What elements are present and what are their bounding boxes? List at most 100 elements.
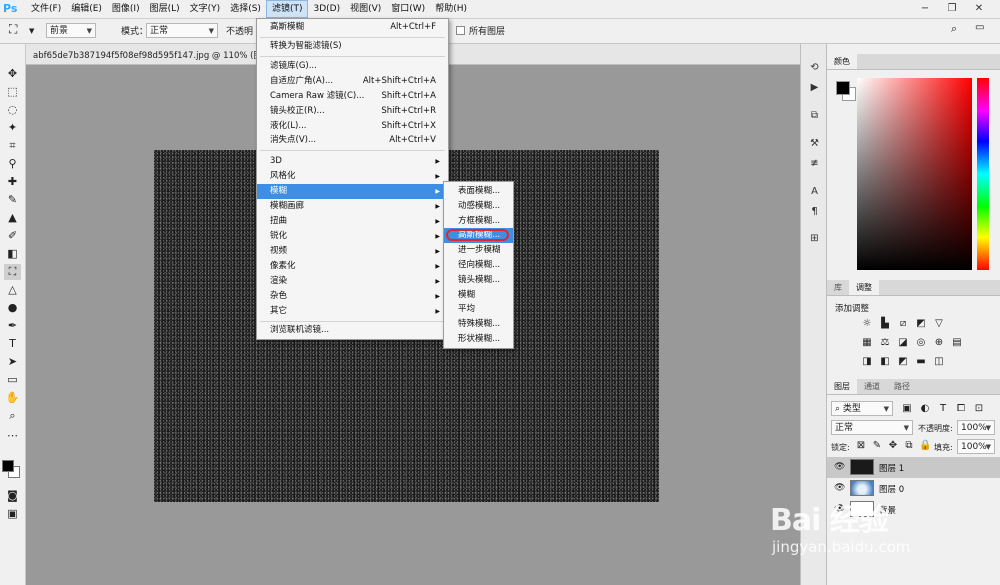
history-brush-tool-icon[interactable]: ✐ [4, 228, 21, 244]
layer-filter-select[interactable]: ⌕ 类型 ▼ [831, 401, 893, 416]
foreground-color-swatch[interactable] [2, 460, 14, 472]
brightness-icon[interactable]: ☼ [861, 318, 873, 330]
color-lookup-icon[interactable]: ▤ [951, 337, 963, 349]
gradient-map-icon[interactable]: ▬ [915, 356, 927, 368]
tool-preset-chevron-icon[interactable]: ▼ [29, 27, 34, 35]
workspace-icon[interactable]: ▭ [975, 22, 984, 33]
paragraph-icon[interactable]: ¶ [807, 205, 822, 219]
blur-item-lens[interactable]: 镜头模糊... [444, 273, 513, 288]
tab-color[interactable]: 颜色 [827, 54, 857, 69]
levels-icon[interactable]: ▙ [879, 318, 891, 330]
exposure-icon[interactable]: ◩ [915, 318, 927, 330]
marquee-tool-icon[interactable]: ⬚ [4, 84, 21, 100]
menu-layer[interactable]: 图层(L) [145, 0, 185, 18]
layer-opacity-field[interactable]: 100% ▼ [957, 420, 995, 435]
hue-saturation-icon[interactable]: ▦ [861, 337, 873, 349]
layer-row[interactable]: 👁 图层 1 [827, 457, 1000, 478]
filter-item-blur[interactable]: 模糊 ▶ [257, 184, 448, 199]
close-button[interactable]: ✕ [969, 0, 989, 18]
invert-icon[interactable]: ◨ [861, 356, 873, 368]
type-tool-icon[interactable]: T [4, 336, 21, 352]
lock-transparency-icon[interactable]: ⊠ [855, 440, 867, 452]
vibrance-icon[interactable]: ▽ [933, 318, 945, 330]
tab-adjustments[interactable]: 调整 [849, 280, 879, 295]
filter-item-liquify[interactable]: 液化(L)... Shift+Ctrl+X [257, 119, 448, 134]
quick-mask-icon[interactable]: ◙ [4, 488, 21, 504]
healing-brush-tool-icon[interactable]: ✚ [4, 174, 21, 190]
filter-smart-icon[interactable]: ⊡ [973, 403, 985, 415]
lock-artboard-icon[interactable]: ⧉ [903, 440, 915, 452]
visibility-eye-icon[interactable]: 👁 [834, 462, 845, 472]
menu-view[interactable]: 视图(V) [345, 0, 386, 18]
screen-mode-icon[interactable]: ▣ [4, 506, 21, 522]
menu-help[interactable]: 帮助(H) [430, 0, 472, 18]
posterize-icon[interactable]: ◧ [879, 356, 891, 368]
filter-pixel-icon[interactable]: ▣ [901, 403, 913, 415]
filter-item-pixelate[interactable]: 像素化 ▶ [257, 259, 448, 274]
blur-item-motion[interactable]: 动感模糊... [444, 199, 513, 214]
blur-tool-icon[interactable]: △ [4, 282, 21, 298]
minimize-button[interactable]: − [915, 0, 935, 18]
menu-select[interactable]: 选择(S) [225, 0, 266, 18]
filter-shape-icon[interactable]: ⧠ [955, 403, 967, 415]
blend-mode-select[interactable]: 正常 ▼ [831, 420, 913, 435]
move-tool-icon[interactable]: ✥ [4, 66, 21, 82]
blur-item-surface[interactable]: 表面模糊... [444, 184, 513, 199]
threshold-icon[interactable]: ◩ [897, 356, 909, 368]
lock-position-icon[interactable]: ✥ [887, 440, 899, 452]
menu-file[interactable]: 文件(F) [26, 0, 66, 18]
crop-tool-icon[interactable]: ⌗ [4, 138, 21, 154]
filter-item-noise[interactable]: 杂色 ▶ [257, 289, 448, 304]
blur-item-smart[interactable]: 特殊模糊... [444, 317, 513, 332]
curves-icon[interactable]: ⧄ [897, 318, 909, 330]
filter-item-adaptive-wide-angle[interactable]: 自适应广角(A)... Alt+Shift+Ctrl+A [257, 74, 448, 89]
filter-adjust-icon[interactable]: ◐ [919, 403, 931, 415]
lock-pixels-icon[interactable]: ✎ [871, 440, 883, 452]
hand-tool-icon[interactable]: ✋ [4, 390, 21, 406]
restore-button[interactable]: ❐ [942, 0, 962, 18]
rectangle-tool-icon[interactable]: ▭ [4, 372, 21, 388]
filter-item-3d[interactable]: 3D ▶ [257, 154, 448, 169]
properties-icon[interactable]: ⧉ [807, 109, 822, 123]
filter-item-lens-correction[interactable]: 镜头校正(R)... Shift+Ctrl+R [257, 104, 448, 119]
history-icon[interactable]: ⟲ [807, 61, 822, 75]
menu-type[interactable]: 文字(Y) [185, 0, 226, 18]
filter-item-camera-raw[interactable]: Camera Raw 滤镜(C)... Shift+Ctrl+A [257, 89, 448, 104]
paint-bucket-tool-icon[interactable]: ⛶ [9, 22, 17, 37]
adjust-icon[interactable]: ≢ [807, 157, 822, 171]
character-icon[interactable]: A [807, 185, 822, 199]
blur-item-blur[interactable]: 模糊 [444, 288, 513, 303]
more-tools-icon[interactable]: ⋯ [4, 428, 21, 444]
menu-image[interactable]: 图像(I) [107, 0, 145, 18]
brush-settings-icon[interactable]: ⚒ [807, 137, 822, 151]
filter-item-gallery[interactable]: 滤镜库(G)... [257, 59, 448, 74]
filter-item-video[interactable]: 视频 ▶ [257, 244, 448, 259]
paint-bucket-tool-icon[interactable]: ⛶ [4, 264, 21, 280]
mode-select[interactable]: 正常 ▼ [146, 23, 218, 38]
foreground-color-swatch[interactable] [836, 81, 850, 95]
filter-type-icon[interactable]: T [937, 403, 949, 415]
lock-all-icon[interactable]: 🔒 [919, 440, 931, 452]
blur-item-average[interactable]: 平均 [444, 302, 513, 317]
brush-tool-icon[interactable]: ✎ [4, 192, 21, 208]
selective-color-icon[interactable]: ◫ [933, 356, 945, 368]
filter-item-sharpen[interactable]: 锐化 ▶ [257, 229, 448, 244]
dodge-tool-icon[interactable]: ● [4, 300, 21, 316]
menu-window[interactable]: 窗口(W) [386, 0, 430, 18]
eraser-tool-icon[interactable]: ◧ [4, 246, 21, 262]
filter-item-render[interactable]: 渲染 ▶ [257, 274, 448, 289]
menu-3d[interactable]: 3D(D) [308, 0, 345, 18]
menu-edit[interactable]: 编辑(E) [66, 0, 107, 18]
eyedropper-tool-icon[interactable]: ⚲ [4, 156, 21, 172]
layer-fill-field[interactable]: 100% ▼ [957, 439, 995, 454]
filter-item-smart-filter[interactable]: 转换为智能滤镜(S) [257, 39, 448, 54]
blur-item-shape[interactable]: 形状模糊... [444, 332, 513, 347]
filter-item-stylize[interactable]: 风格化 ▶ [257, 169, 448, 184]
filter-item-browse-online[interactable]: 浏览联机滤镜... [257, 323, 448, 338]
channel-mixer-icon[interactable]: ⊕ [933, 337, 945, 349]
all-layers-checkbox[interactable] [456, 26, 465, 35]
lasso-tool-icon[interactable]: ◌ [4, 102, 21, 118]
tab-paths[interactable]: 路径 [887, 379, 917, 394]
photo-filter-icon[interactable]: ◎ [915, 337, 927, 349]
blur-item-box[interactable]: 方框模糊... [444, 214, 513, 229]
